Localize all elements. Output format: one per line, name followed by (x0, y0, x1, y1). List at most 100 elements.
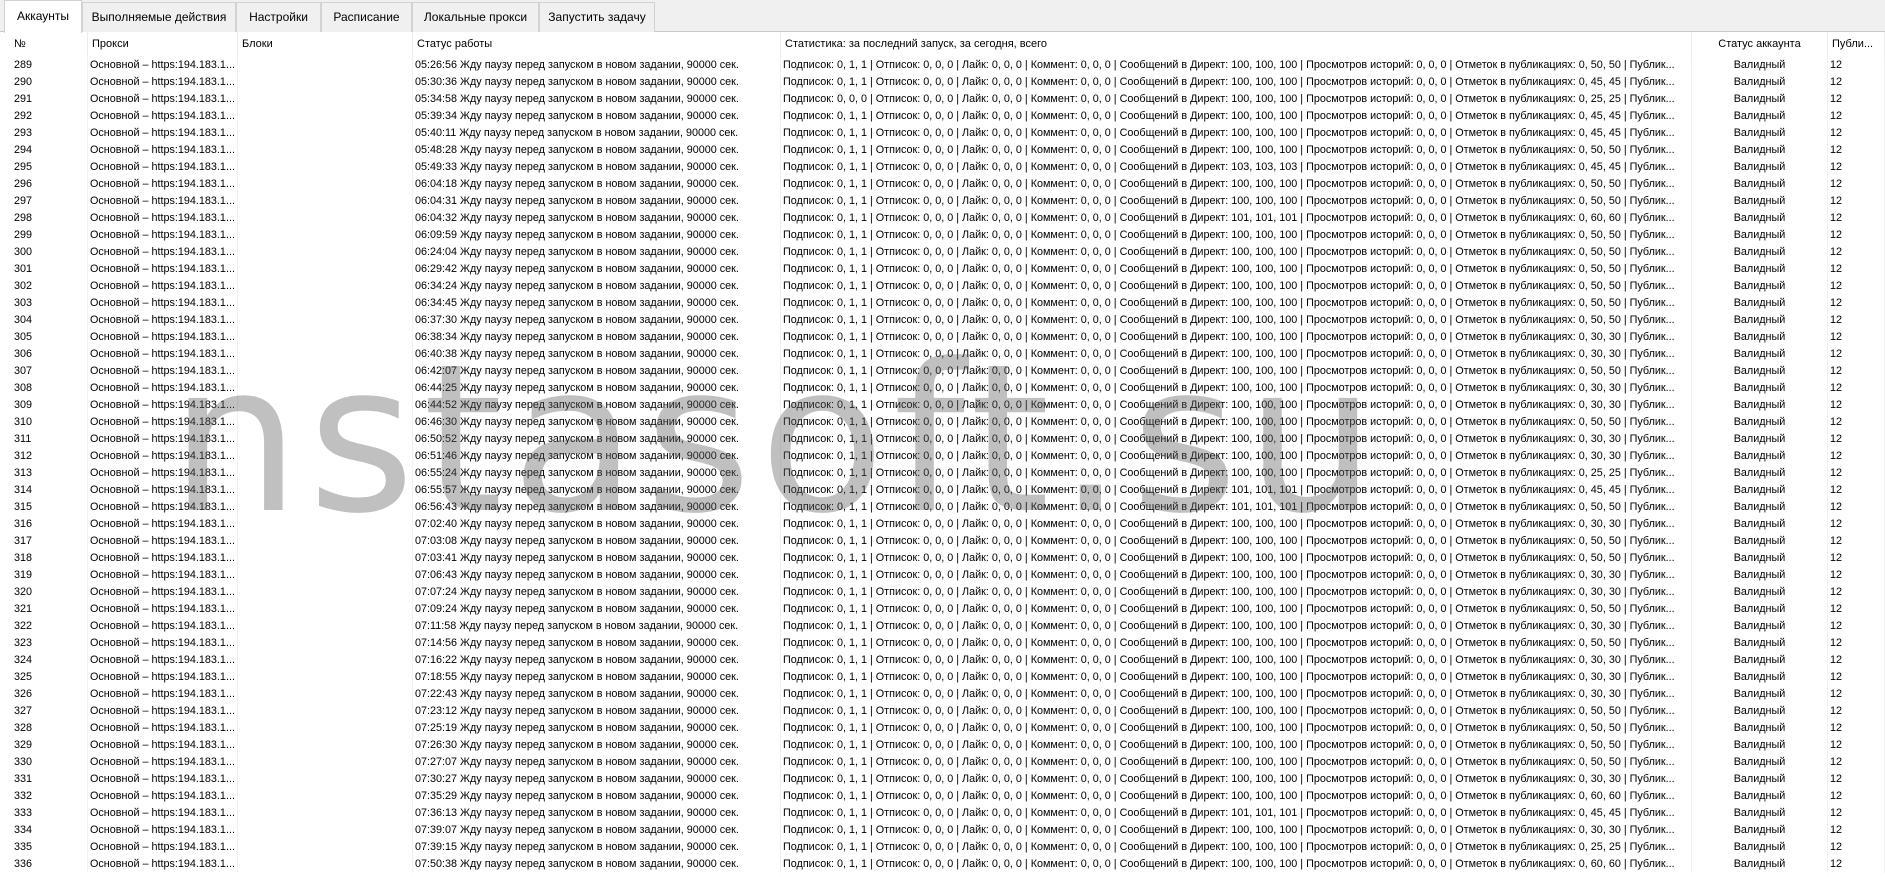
table-row[interactable]: 291 Основной – https:194.183.1... 05:34:58… (0, 91, 1885, 108)
cell-blocks (238, 754, 413, 771)
table-row[interactable]: 310 Основной – https:194.183.1... 06:46:30… (0, 414, 1885, 431)
table-row[interactable]: 331 Основной – https:194.183.1... 07:30:27… (0, 771, 1885, 788)
table-row[interactable]: 297 Основной – https:194.183.1... 06:04:31… (0, 193, 1885, 210)
cell-publications: 12 (1828, 125, 1885, 142)
cell-statistics: Подписок: 0, 1, 1 | Отписок: 0, 0, 0 | Л… (781, 227, 1692, 244)
table-row[interactable]: 334 Основной – https:194.183.1... 07:39:07… (0, 822, 1885, 839)
cell-blocks (238, 669, 413, 686)
tab-actions[interactable]: Выполняемые действия (82, 2, 236, 32)
table-row[interactable]: 326 Основной – https:194.183.1... 07:22:43… (0, 686, 1885, 703)
table-row[interactable]: 315 Основной – https:194.183.1... 06:56:43… (0, 499, 1885, 516)
cell-publications: 12 (1828, 278, 1885, 295)
table-row[interactable]: 304 Основной – https:194.183.1... 06:37:30… (0, 312, 1885, 329)
table-row[interactable]: 325 Основной – https:194.183.1... 07:18:55… (0, 669, 1885, 686)
table-row[interactable]: 313 Основной – https:194.183.1... 06:55:24… (0, 465, 1885, 482)
column-header-blocks[interactable]: Блоки (238, 32, 413, 57)
cell-blocks (238, 737, 413, 754)
cell-number: 328 (12, 720, 88, 737)
table-row[interactable]: 309 Основной – https:194.183.1... 06:44:52… (0, 397, 1885, 414)
column-header-number[interactable]: № (10, 32, 88, 57)
cell-blocks (238, 567, 413, 584)
table-row[interactable]: 292 Основной – https:194.183.1... 05:39:34… (0, 108, 1885, 125)
cell-statistics: Подписок: 0, 1, 1 | Отписок: 0, 0, 0 | Л… (781, 754, 1692, 771)
table-row[interactable]: 296 Основной – https:194.183.1... 06:04:18… (0, 176, 1885, 193)
cell-account-status: Валидный (1692, 567, 1828, 584)
table-row[interactable]: 311 Основной – https:194.183.1... 06:50:52… (0, 431, 1885, 448)
cell-number: 297 (12, 193, 88, 210)
tab-schedule[interactable]: Расписание (321, 2, 412, 32)
table-row[interactable]: 324 Основной – https:194.183.1... 07:16:22… (0, 652, 1885, 669)
table-row[interactable]: 295 Основной – https:194.183.1... 05:49:33… (0, 159, 1885, 176)
cell-number: 294 (12, 142, 88, 159)
table-row[interactable]: 308 Основной – https:194.183.1... 06:44:25… (0, 380, 1885, 397)
cell-blocks (238, 431, 413, 448)
column-header-statistics[interactable]: Статистика: за последний запуск, за сего… (781, 32, 1692, 57)
table-row[interactable]: 314 Основной – https:194.183.1... 06:55:57… (0, 482, 1885, 499)
cell-work-status: 07:14:56 Жду паузу перед запуском в ново… (413, 635, 781, 652)
table-row[interactable]: 330 Основной – https:194.183.1... 07:27:07… (0, 754, 1885, 771)
cell-blocks (238, 771, 413, 788)
table-row[interactable]: 319 Основной – https:194.183.1... 07:06:43… (0, 567, 1885, 584)
table-row[interactable]: 316 Основной – https:194.183.1... 07:02:40… (0, 516, 1885, 533)
table-row[interactable]: 300 Основной – https:194.183.1... 06:24:04… (0, 244, 1885, 261)
cell-account-status: Валидный (1692, 414, 1828, 431)
table-row[interactable]: 299 Основной – https:194.183.1... 06:09:59… (0, 227, 1885, 244)
table-row[interactable]: 302 Основной – https:194.183.1... 06:34:24… (0, 278, 1885, 295)
column-header-proxy[interactable]: Прокси (88, 32, 238, 57)
cell-publications: 12 (1828, 482, 1885, 499)
tab-accounts[interactable]: Аккаунты (4, 0, 82, 33)
table-row[interactable]: 332 Основной – https:194.183.1... 07:35:29… (0, 788, 1885, 805)
table-row[interactable]: 318 Основной – https:194.183.1... 07:03:41… (0, 550, 1885, 567)
table-row[interactable]: 293 Основной – https:194.183.1... 05:40:11… (0, 125, 1885, 142)
cell-account-status: Валидный (1692, 346, 1828, 363)
cell-number: 327 (12, 703, 88, 720)
cell-publications: 12 (1828, 805, 1885, 822)
cell-publications: 12 (1828, 856, 1885, 873)
cell-blocks (238, 210, 413, 227)
table-row[interactable]: 303 Основной – https:194.183.1... 06:34:45… (0, 295, 1885, 312)
table-row[interactable]: 307 Основной – https:194.183.1... 06:42:07… (0, 363, 1885, 380)
tab-run-task[interactable]: Запустить задачу (539, 2, 655, 32)
table-row[interactable]: 335 Основной – https:194.183.1... 07:39:15… (0, 839, 1885, 856)
table-row[interactable]: 298 Основной – https:194.183.1... 06:04:32… (0, 210, 1885, 227)
cell-proxy: Основной – https:194.183.1... (88, 363, 238, 380)
cell-blocks (238, 788, 413, 805)
table-row[interactable]: 333 Основной – https:194.183.1... 07:36:13… (0, 805, 1885, 822)
cell-proxy: Основной – https:194.183.1... (88, 74, 238, 91)
cell-account-status: Валидный (1692, 159, 1828, 176)
cell-blocks (238, 686, 413, 703)
table-row[interactable]: 320 Основной – https:194.183.1... 07:07:24… (0, 584, 1885, 601)
column-header-account-status[interactable]: Статус аккаунта (1692, 32, 1828, 57)
table-row[interactable]: 317 Основной – https:194.183.1... 07:03:08… (0, 533, 1885, 550)
cell-statistics: Подписок: 0, 1, 1 | Отписок: 0, 0, 0 | Л… (781, 57, 1692, 74)
table-row[interactable]: 289 Основной – https:194.183.1... 05:26:56… (0, 57, 1885, 74)
table-row[interactable]: 290 Основной – https:194.183.1... 05:30:36… (0, 74, 1885, 91)
cell-statistics: Подписок: 0, 1, 1 | Отписок: 0, 0, 0 | Л… (781, 312, 1692, 329)
tab-local-proxies[interactable]: Локальные прокси (412, 2, 539, 32)
table-row[interactable]: 322 Основной – https:194.183.1... 07:11:58… (0, 618, 1885, 635)
table-row[interactable]: 312 Основной – https:194.183.1... 06:51:46… (0, 448, 1885, 465)
cell-work-status: 06:34:45 Жду паузу перед запуском в ново… (413, 295, 781, 312)
cell-account-status: Валидный (1692, 771, 1828, 788)
table-row[interactable]: 294 Основной – https:194.183.1... 05:48:28… (0, 142, 1885, 159)
table-row[interactable]: 327 Основной – https:194.183.1... 07:23:12… (0, 703, 1885, 720)
cell-proxy: Основной – https:194.183.1... (88, 125, 238, 142)
table-row[interactable]: 328 Основной – https:194.183.1... 07:25:19… (0, 720, 1885, 737)
column-header-work-status[interactable]: Статус работы (413, 32, 781, 57)
cell-work-status: 07:09:24 Жду паузу перед запуском в ново… (413, 601, 781, 618)
cell-account-status: Валидный (1692, 618, 1828, 635)
table-row[interactable]: 306 Основной – https:194.183.1... 06:40:38… (0, 346, 1885, 363)
cell-number: 335 (12, 839, 88, 856)
cell-work-status: 07:39:15 Жду паузу перед запуском в ново… (413, 839, 781, 856)
table-row[interactable]: 321 Основной – https:194.183.1... 07:09:24… (0, 601, 1885, 618)
cell-account-status: Валидный (1692, 278, 1828, 295)
table-row[interactable]: 301 Основной – https:194.183.1... 06:29:42… (0, 261, 1885, 278)
tab-settings[interactable]: Настройки (236, 2, 321, 32)
table-row[interactable]: 305 Основной – https:194.183.1... 06:38:34… (0, 329, 1885, 346)
cell-blocks (238, 550, 413, 567)
table-row[interactable]: 323 Основной – https:194.183.1... 07:14:56… (0, 635, 1885, 652)
table-row[interactable]: 336 Основной – https:194.183.1... 07:50:38… (0, 856, 1885, 873)
table-row[interactable]: 329 Основной – https:194.183.1... 07:26:30… (0, 737, 1885, 754)
cell-publications: 12 (1828, 601, 1885, 618)
column-header-publications[interactable]: Публи... (1828, 32, 1885, 57)
